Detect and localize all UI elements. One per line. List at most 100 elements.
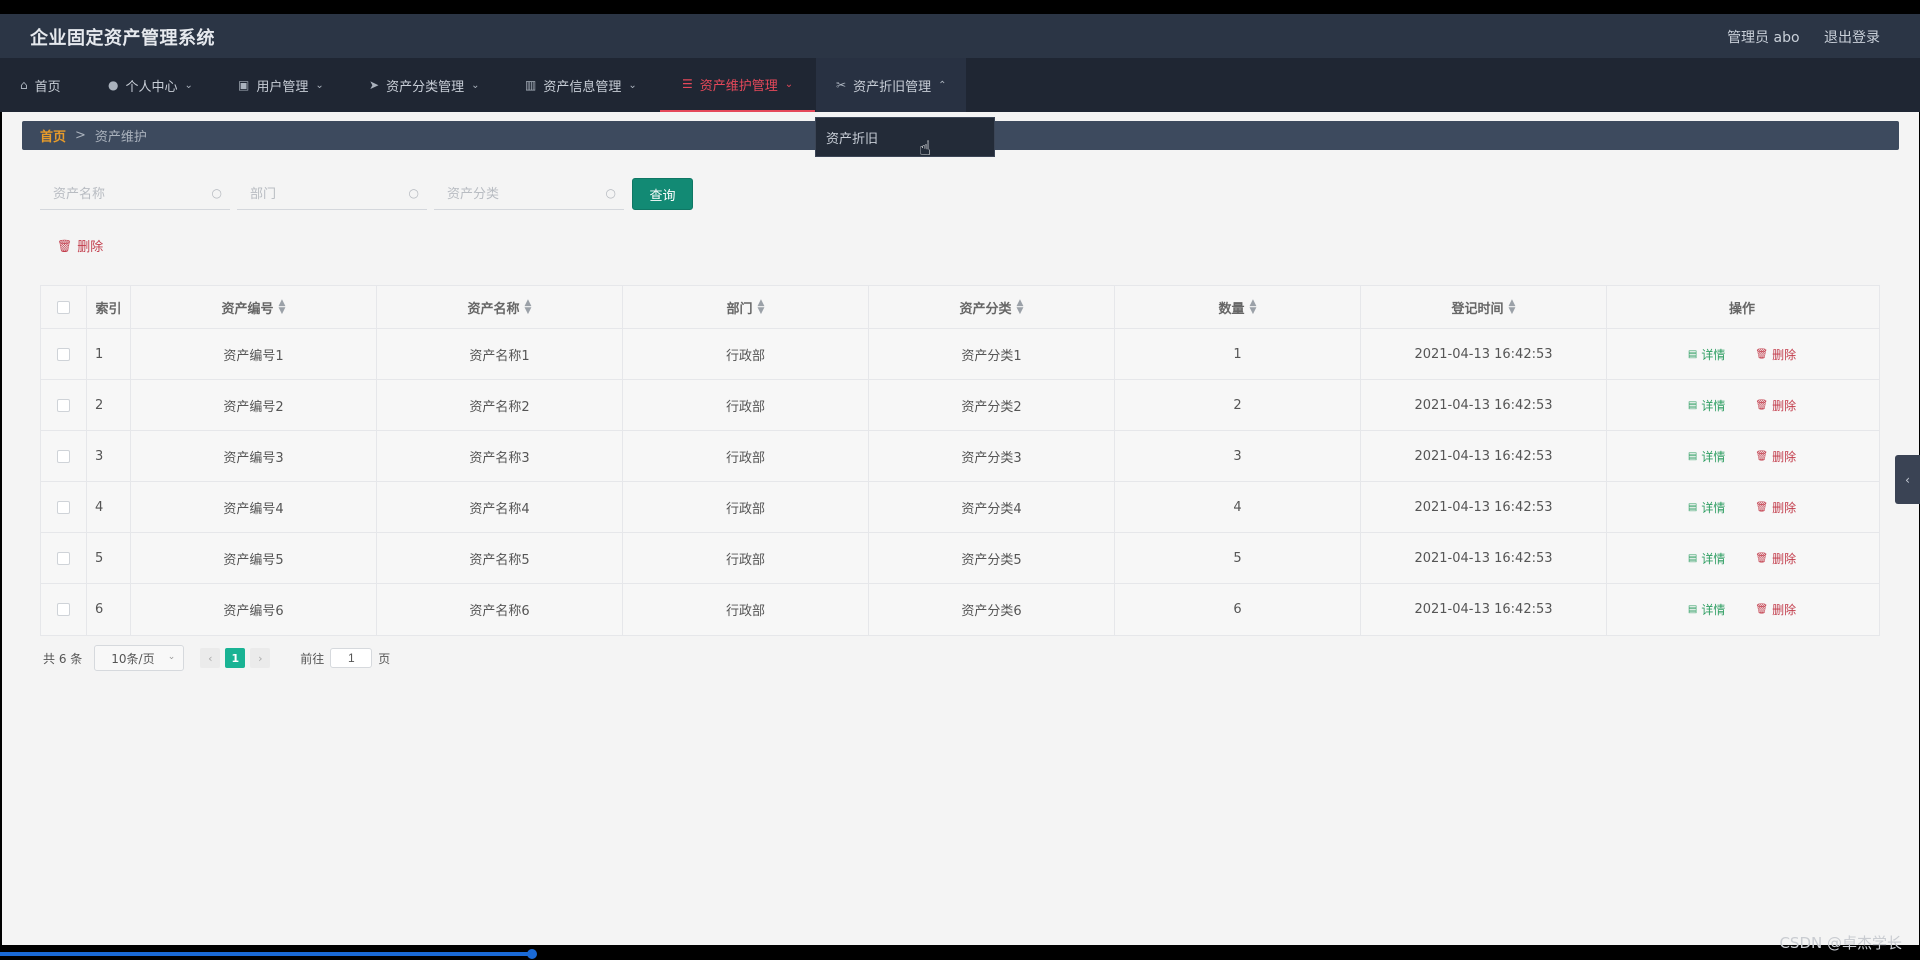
cell-index: 6 — [87, 584, 131, 635]
cell-category: 资产分类3 — [869, 431, 1115, 481]
cell-dept: 行政部 — [623, 533, 869, 583]
row-checkbox[interactable] — [57, 449, 70, 463]
goto-label: 前往 — [300, 651, 325, 666]
header-category[interactable]: 资产分类 ▲ ▼ — [869, 286, 1115, 328]
row-checkbox[interactable] — [57, 347, 70, 361]
detail-button[interactable]: ▤ 详情 — [1688, 601, 1725, 618]
query-button[interactable]: 查询 — [632, 178, 693, 210]
header-register-time[interactable]: 登记时间 ▲ ▼ — [1361, 286, 1607, 328]
row-select-cell — [41, 533, 87, 583]
cell-code: 资产编号6 — [131, 584, 377, 635]
cell-time: 2021-04-13 16:42:53 — [1361, 329, 1607, 379]
row-delete-button[interactable]: 🗑 删除 — [1755, 550, 1796, 567]
collapse-panel-button[interactable]: ‹ — [1895, 455, 1920, 504]
header-dept[interactable]: 部门 ▲ ▼ — [623, 286, 869, 328]
detail-button[interactable]: ▤ 详情 — [1688, 499, 1725, 516]
row-select-cell — [41, 431, 87, 481]
send-icon: ➤ — [369, 78, 380, 92]
header-quantity[interactable]: 数量 ▲ ▼ — [1115, 286, 1361, 328]
sort-icon: ▲ ▼ — [1249, 298, 1257, 316]
nav-item-users[interactable]: ▣ 用户管理 ⌄ — [238, 58, 324, 112]
page-size-select[interactable]: 10条/页 ⌄ — [94, 645, 185, 671]
nav-item-asset-depreciation[interactable]: ✂ 资产折旧管理 ⌃ — [816, 58, 967, 112]
video-progress-bar[interactable] — [0, 952, 534, 956]
batch-delete-button[interactable]: 🗑 删除 — [57, 236, 103, 256]
header-actions: 操作 — [1728, 301, 1755, 317]
nav-label: 资产折旧管理 — [853, 79, 932, 95]
cell-code: 资产编号3 — [131, 431, 377, 481]
next-page-button[interactable]: › — [250, 648, 271, 668]
row-checkbox[interactable] — [57, 603, 70, 616]
hand-cursor-icon: ☝ — [919, 136, 932, 160]
cell-code: 资产编号5 — [131, 533, 377, 583]
table-body: 1 资产编号1 资产名称1 行政部 资产分类1 1 2021-04-13 16:42:53 ▤… — [41, 329, 1879, 635]
header-asset-code[interactable]: 资产编号 ▲ ▼ — [131, 286, 377, 328]
asset-name-search: ○ — [40, 178, 230, 210]
nav-item-asset-category[interactable]: ➤ 资产分类管理 ⌄ — [369, 58, 479, 112]
category-input[interactable] — [434, 178, 594, 208]
list-icon: ☰ — [682, 77, 693, 91]
cell-dept: 行政部 — [623, 584, 869, 635]
cell-actions: ▤ 详情 🗑 删除 — [1607, 380, 1877, 430]
nav-item-asset-info[interactable]: ▥ 资产信息管理 ⌄ — [525, 58, 637, 112]
total-count: 共 6 条 — [43, 651, 83, 666]
detail-button[interactable]: ▤ 详情 — [1688, 397, 1725, 414]
chart-icon: ▣ — [238, 78, 250, 92]
row-checkbox[interactable] — [57, 500, 70, 514]
cell-name: 资产名称5 — [377, 533, 623, 583]
row-delete-button[interactable]: 🗑 删除 — [1755, 448, 1796, 465]
ticket-icon: ✂ — [836, 78, 847, 92]
cell-category: 资产分类6 — [869, 584, 1115, 635]
nav-item-asset-maintenance[interactable]: ☰ 资产维护管理 ⌄ — [660, 58, 816, 112]
select-all-checkbox[interactable] — [57, 300, 70, 314]
dropdown-item-depreciation[interactable]: 资产折旧 — [826, 128, 878, 147]
asset-name-input[interactable] — [40, 178, 200, 208]
row-checkbox[interactable] — [57, 398, 70, 412]
detail-button[interactable]: ▤ 详情 — [1688, 550, 1725, 567]
cell-name: 资产名称6 — [377, 584, 623, 635]
cell-qty: 3 — [1115, 431, 1361, 481]
chevron-down-icon: ⌄ — [471, 79, 480, 91]
pagination: 共 6 条 10条/页 ⌄ ‹ 1 › 前往 页 — [43, 645, 390, 671]
chevron-down-icon: ⌄ — [167, 652, 176, 662]
cell-code: 资产编号1 — [131, 329, 377, 379]
breadcrumb-current: 资产维护 — [94, 130, 147, 145]
row-delete-button[interactable]: 🗑 删除 — [1755, 499, 1796, 516]
cell-time: 2021-04-13 16:42:53 — [1361, 482, 1607, 532]
trash-icon: 🗑 — [1755, 604, 1769, 615]
nav-item-home[interactable]: ⌂ 首页 — [20, 58, 61, 112]
detail-button[interactable]: ▤ 详情 — [1688, 346, 1725, 363]
detail-button[interactable]: ▤ 详情 — [1688, 448, 1725, 465]
cell-qty: 2 — [1115, 380, 1361, 430]
cell-actions: ▤ 详情 🗑 删除 — [1607, 482, 1877, 532]
row-select-cell — [41, 380, 87, 430]
nav-item-personal[interactable]: ● 个人中心 ⌄ — [108, 58, 193, 112]
row-checkbox[interactable] — [57, 551, 70, 565]
cell-name: 资产名称1 — [377, 329, 623, 379]
sort-icon: ▲ ▼ — [757, 298, 765, 316]
goto-page-input[interactable] — [330, 648, 373, 668]
search-icon: ○ — [605, 186, 616, 200]
cell-category: 资产分类1 — [869, 329, 1115, 379]
table-row: 6 资产编号6 资产名称6 行政部 资产分类6 6 2021-04-13 16:42:53 ▤… — [41, 584, 1879, 635]
page-number-button[interactable]: 1 — [225, 648, 246, 668]
trash-icon: 🗑 — [1755, 399, 1769, 411]
depreciation-dropdown-menu: 资产折旧 — [815, 117, 995, 157]
prev-page-button[interactable]: ‹ — [200, 648, 221, 668]
table-row: 3 资产编号3 资产名称3 行政部 资产分类3 3 2021-04-13 16:42:53 ▤… — [41, 431, 1879, 482]
logout-link[interactable]: 退出登录 — [1824, 30, 1880, 46]
trash-icon: 🗑 — [1755, 501, 1769, 513]
cell-time: 2021-04-13 16:42:53 — [1361, 584, 1607, 635]
row-delete-button[interactable]: 🗑 删除 — [1755, 346, 1796, 363]
chevron-down-icon: ⌄ — [184, 79, 193, 91]
cell-dept: 行政部 — [623, 482, 869, 532]
breadcrumb-home[interactable]: 首页 — [40, 126, 66, 145]
table-row: 1 资产编号1 资产名称1 行政部 资产分类1 1 2021-04-13 16:42:53 ▤… — [41, 329, 1879, 380]
cell-code: 资产编号2 — [131, 380, 377, 430]
row-delete-button[interactable]: 🗑 删除 — [1755, 601, 1796, 618]
dept-input[interactable] — [237, 178, 397, 208]
cell-actions: ▤ 详情 🗑 删除 — [1607, 431, 1877, 481]
row-delete-button[interactable]: 🗑 删除 — [1755, 397, 1796, 414]
progress-knob[interactable] — [527, 949, 537, 959]
header-asset-name[interactable]: 资产名称 ▲ ▼ — [377, 286, 623, 328]
